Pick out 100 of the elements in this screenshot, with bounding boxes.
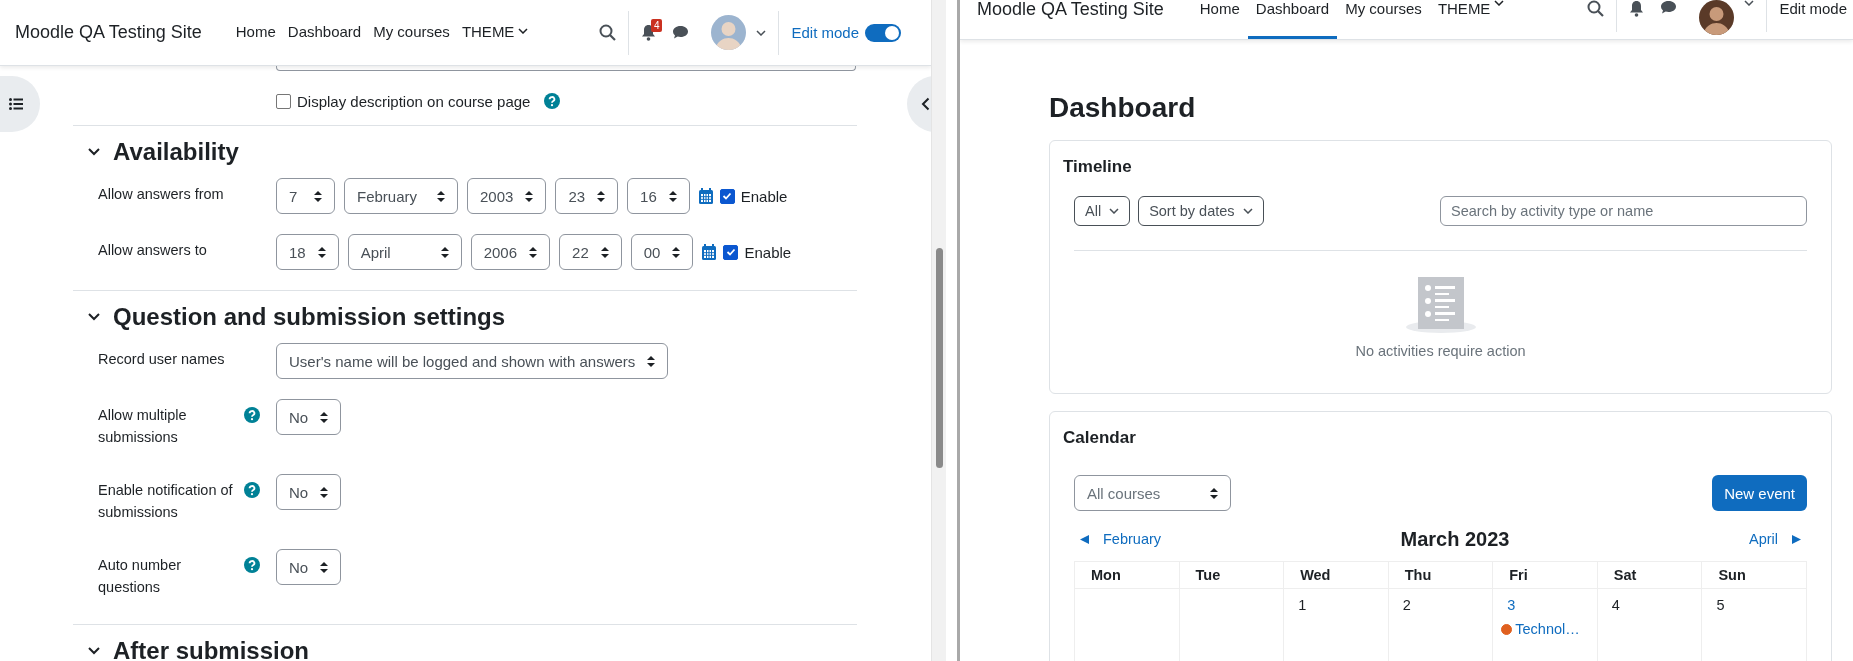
search-field[interactable]: Search by activity type or name [1440, 196, 1807, 226]
card-title: Calendar [1063, 428, 1137, 448]
check-icon [725, 247, 736, 257]
select-dropdown[interactable]: 22 [559, 234, 622, 270]
nav-link[interactable]: THEME [1429, 0, 1513, 39]
nav-link[interactable]: Home [1191, 0, 1248, 39]
sort-arrows-icon [437, 190, 445, 202]
edit-mode-toggle[interactable] [865, 23, 901, 42]
chat-bubble-icon[interactable] [672, 25, 690, 40]
section-heading[interactable]: Question and submission settings [113, 303, 506, 331]
calendar-event[interactable]: Technol… [1501, 621, 1589, 637]
new-event-button[interactable]: New event [1712, 475, 1807, 511]
previous-month-link[interactable]: February [1074, 531, 1168, 547]
day-cell[interactable]: 4 [1597, 588, 1702, 661]
nav-link[interactable]: My courses [1337, 0, 1430, 39]
sort-arrows-icon [600, 246, 609, 258]
empty-message: No activities require action [1355, 343, 1526, 359]
day-cell[interactable]: 2 [1388, 588, 1493, 661]
day-number: 5 [1715, 597, 1726, 613]
edit-mode-label[interactable]: Edit mode [1779, 0, 1847, 18]
day-number: 2 [1401, 597, 1412, 613]
nav-link[interactable]: Dashboard [281, 22, 368, 43]
sort-dropdown[interactable]: Sort by dates [1138, 196, 1264, 226]
sort-arrows-icon [320, 561, 329, 573]
help-icon[interactable] [244, 482, 260, 498]
sort-arrows-icon [440, 246, 449, 258]
field-label: Allow answers to [98, 241, 208, 260]
sort-arrows-icon [672, 246, 681, 258]
site-name[interactable]: Moodle QA Testing Site [977, 0, 1164, 18]
select-dropdown[interactable]: 2003 [467, 178, 547, 214]
user-avatar[interactable] [1699, 0, 1735, 35]
select-dropdown[interactable]: No [276, 549, 342, 585]
search-icon[interactable] [599, 24, 617, 41]
sort-arrows-icon [314, 190, 322, 202]
next-month-link[interactable]: April [1742, 531, 1807, 547]
select-dropdown[interactable]: 00 [630, 234, 694, 270]
scrollbar[interactable] [931, 0, 946, 661]
bell-icon[interactable] [1629, 0, 1645, 17]
help-icon[interactable] [244, 557, 260, 573]
list-icon [9, 98, 23, 110]
field-label: Record user names [98, 350, 226, 369]
nav-link[interactable]: Home [229, 22, 282, 43]
nav-link[interactable]: My courses [367, 22, 456, 43]
nav-link[interactable]: THEME [455, 22, 535, 43]
select-dropdown[interactable]: No [276, 399, 342, 435]
textarea-field[interactable] [276, 66, 856, 71]
sort-arrows-icon [317, 246, 326, 258]
select-dropdown[interactable]: April [347, 234, 462, 270]
select-dropdown[interactable]: User's name will be logged and shown with answers [276, 343, 669, 379]
caret-icon [1109, 208, 1120, 214]
site-name[interactable]: Moodle QA Testing Site [15, 22, 202, 43]
course-index-button[interactable] [0, 76, 40, 132]
calendar-icon[interactable] [698, 188, 713, 204]
select-dropdown[interactable]: 7 [276, 178, 335, 214]
section-heading[interactable]: Availability [113, 138, 239, 166]
field-label: Auto number questions [98, 556, 183, 597]
day-cell[interactable]: 1 [1283, 588, 1389, 661]
section-heading[interactable]: After submission [113, 637, 310, 661]
select-dropdown[interactable]: 23 [555, 178, 619, 214]
sort-arrows-icon [320, 486, 329, 498]
field-label: Allow answers from [98, 185, 225, 204]
weekday-header: Wed [1283, 561, 1389, 589]
sort-arrows-icon [525, 190, 534, 202]
enable-checkbox[interactable] [723, 244, 739, 260]
day-cell[interactable]: 3 Technol… [1492, 588, 1598, 661]
caret-icon [1744, 0, 1755, 6]
enable-label: Enable [740, 187, 788, 205]
enable-label: Enable [744, 243, 792, 261]
search-icon[interactable] [1587, 0, 1605, 17]
caret-icon [756, 29, 767, 36]
weekday-header: Tue [1179, 561, 1284, 589]
caret-icon [1242, 208, 1253, 214]
day-number[interactable]: 3 [1501, 597, 1522, 613]
select-dropdown[interactable]: February [344, 178, 458, 214]
select-dropdown[interactable]: 18 [276, 234, 339, 270]
calendar-icon[interactable] [702, 244, 717, 260]
weekday-header: Fri [1492, 561, 1598, 589]
filter-dropdown[interactable]: All [1074, 196, 1131, 226]
select-dropdown[interactable]: 2006 [470, 234, 551, 270]
day-number: 4 [1610, 597, 1621, 613]
day-cell[interactable]: 5 [1701, 588, 1807, 661]
sort-arrows-icon [529, 246, 538, 258]
check-icon [722, 191, 733, 201]
left-triangle-icon [1080, 534, 1089, 544]
course-select[interactable]: All courses [1074, 475, 1231, 511]
checkbox[interactable] [276, 93, 291, 109]
select-dropdown[interactable]: 16 [627, 178, 690, 214]
enable-checkbox[interactable] [719, 188, 735, 204]
weekday-header: Sun [1701, 561, 1807, 589]
nav-link[interactable]: Dashboard [1247, 0, 1338, 39]
sort-arrows-icon [597, 190, 606, 202]
select-dropdown[interactable]: No [276, 474, 342, 510]
field-label: Enable notification of submissions [98, 481, 234, 522]
help-icon[interactable] [544, 93, 561, 109]
edit-mode-label[interactable]: Edit mode [791, 24, 859, 41]
help-icon[interactable] [244, 407, 260, 423]
right-triangle-icon [1792, 534, 1801, 544]
chat-bubble-icon[interactable] [1660, 0, 1678, 15]
weekday-header: Sat [1597, 561, 1702, 589]
sort-arrows-icon [668, 190, 677, 202]
